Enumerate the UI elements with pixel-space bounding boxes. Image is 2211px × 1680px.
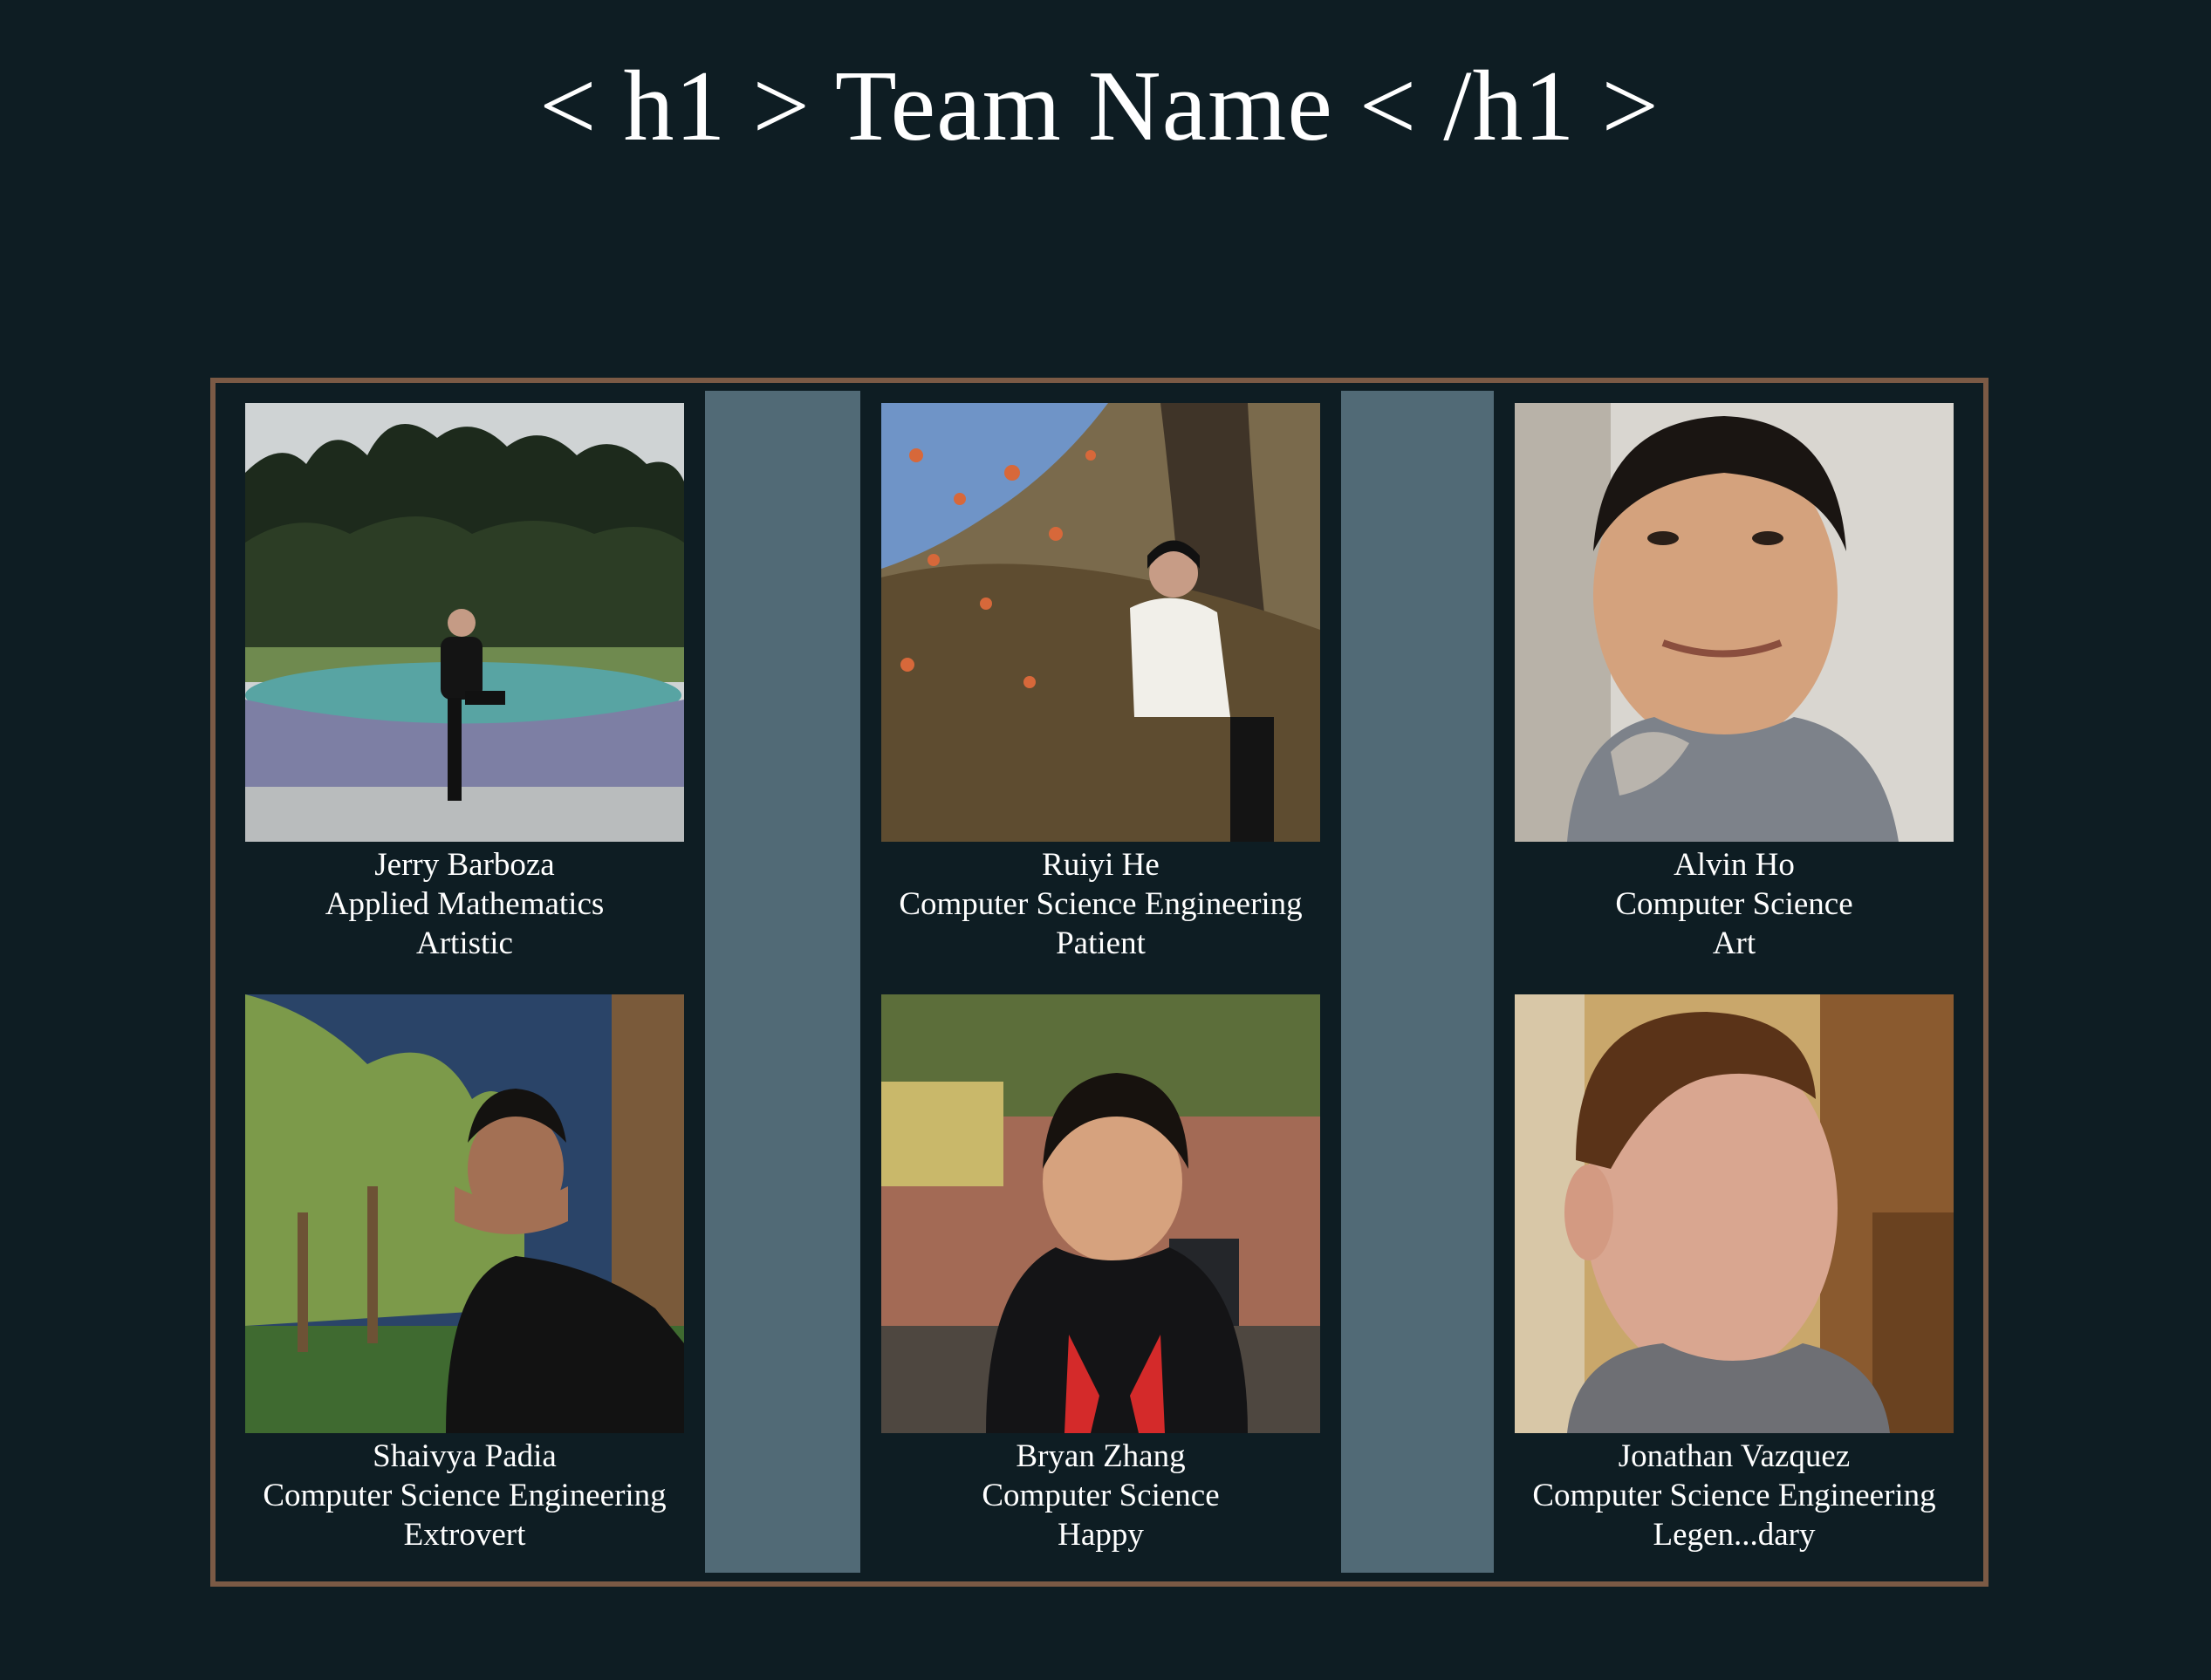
member-caption: Alvin Ho Computer Science Art (1494, 845, 1975, 963)
member-major: Computer Science (982, 1478, 1220, 1513)
member-trait: Legen...dary (1653, 1517, 1816, 1553)
member-major: Computer Science Engineering (1532, 1478, 1936, 1513)
member-card: Shaivya Padia Computer Science Engineeri… (224, 982, 705, 1574)
member-trait: Art (1712, 925, 1756, 961)
portrait-photo-hoodie-outdoor (881, 994, 1320, 1433)
member-major: Computer Science Engineering (263, 1478, 667, 1513)
member-name: Bryan Zhang (1016, 1438, 1186, 1474)
portrait-photo-selfie-car (1515, 403, 1954, 842)
member-trait: Happy (1058, 1517, 1144, 1553)
member-card: Bryan Zhang Computer Science Happy (860, 982, 1341, 1574)
page-title: < h1 > Team Name < /h1 > (539, 51, 1660, 162)
member-name: Shaivya Padia (373, 1438, 557, 1474)
member-name: Ruiyi He (1042, 847, 1160, 883)
member-major: Applied Mathematics (325, 886, 605, 922)
member-trait: Patient (1056, 925, 1146, 961)
member-major: Computer Science (1615, 886, 1853, 922)
team-frame: Jerry Barboza Applied Mathematics Artist… (210, 378, 1989, 1587)
member-name: Jerry Barboza (374, 847, 555, 883)
member-caption: Jerry Barboza Applied Mathematics Artist… (224, 845, 705, 963)
member-name: Jonathan Vazquez (1618, 1438, 1851, 1474)
member-caption: Ruiyi He Computer Science Engineering Pa… (860, 845, 1341, 963)
team-grid: Jerry Barboza Applied Mathematics Artist… (224, 391, 1975, 1574)
portrait-photo-fountain (245, 403, 684, 842)
portrait-photo-selfie-room (1515, 994, 1954, 1433)
member-caption: Jonathan Vazquez Computer Science Engine… (1494, 1437, 1975, 1554)
member-card: Jerry Barboza Applied Mathematics Artist… (224, 391, 705, 982)
portrait-photo-garden-night (245, 994, 684, 1433)
member-card: Alvin Ho Computer Science Art (1494, 391, 1975, 982)
member-card: Jonathan Vazquez Computer Science Engine… (1494, 982, 1975, 1574)
portrait-photo-autumn-tree (881, 403, 1320, 842)
member-caption: Bryan Zhang Computer Science Happy (860, 1437, 1341, 1554)
member-trait: Extrovert (403, 1517, 526, 1553)
member-card: Ruiyi He Computer Science Engineering Pa… (860, 391, 1341, 982)
member-name: Alvin Ho (1674, 847, 1795, 883)
member-caption: Shaivya Padia Computer Science Engineeri… (224, 1437, 705, 1554)
member-trait: Artistic (416, 925, 513, 961)
member-major: Computer Science Engineering (899, 886, 1303, 922)
